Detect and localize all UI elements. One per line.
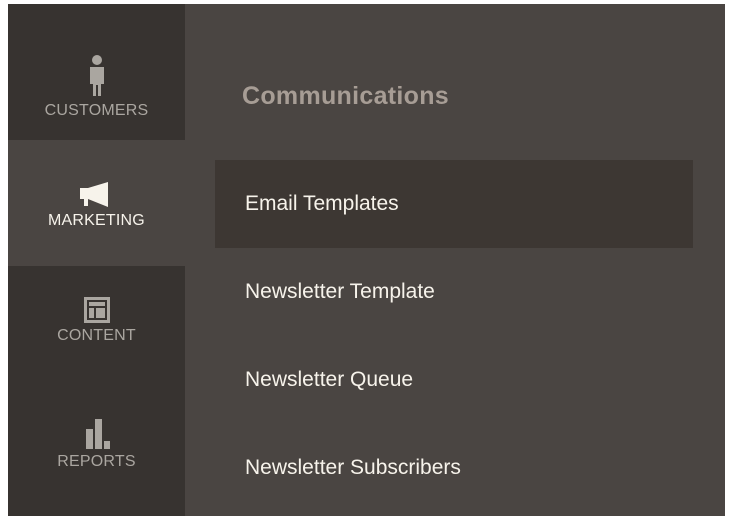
customer-icon (86, 54, 108, 98)
nav-item-content[interactable]: CONTENT (8, 266, 185, 384)
nav-label-reports: REPORTS (57, 453, 136, 470)
submenu-section-title: Communications (242, 82, 449, 110)
submenu-item-email-templates[interactable]: Email Templates (215, 160, 693, 248)
nav-label-content: CONTENT (57, 327, 136, 344)
nav-item-marketing[interactable]: MARKETING (8, 140, 185, 266)
marketing-submenu: Communications Email Templates Newslette… (185, 4, 725, 516)
main-navigation: CUSTOMERS MARKETING CONTENT REPORTS (8, 4, 185, 516)
megaphone-icon (78, 182, 116, 208)
admin-menu-frame: CUSTOMERS MARKETING CONTENT REPORTS Comm… (8, 4, 725, 516)
nav-label-marketing: MARKETING (48, 212, 145, 229)
submenu-item-newsletter-queue[interactable]: Newsletter Queue (215, 336, 693, 424)
bar-chart-icon (84, 419, 110, 449)
nav-item-customers[interactable]: CUSTOMERS (8, 4, 185, 140)
submenu-item-newsletter-subscribers[interactable]: Newsletter Subscribers (215, 424, 693, 512)
layout-icon (83, 297, 110, 323)
nav-label-customers: CUSTOMERS (44, 102, 149, 119)
submenu-item-newsletter-template[interactable]: Newsletter Template (215, 248, 693, 336)
nav-item-reports[interactable]: REPORTS (8, 384, 185, 516)
